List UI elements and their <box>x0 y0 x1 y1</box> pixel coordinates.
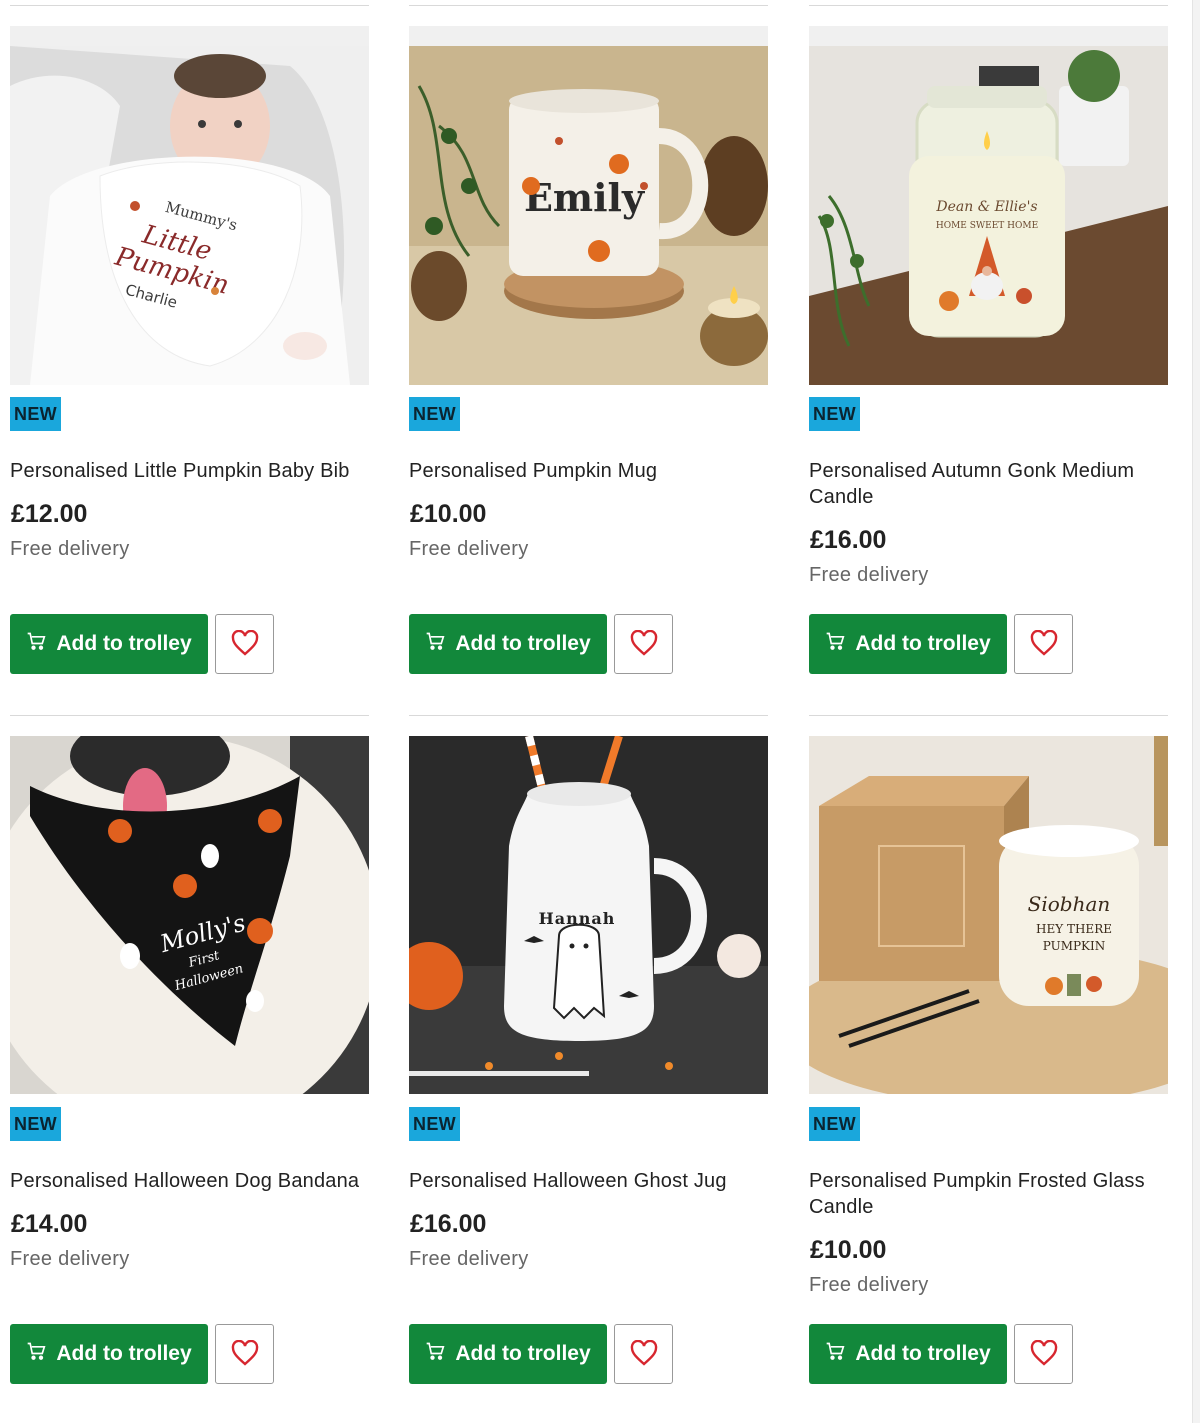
product-image-link[interactable]: Emily <box>409 26 768 385</box>
product-price: £16.00 <box>810 526 887 554</box>
candle-print-text: Dean & Ellie's <box>935 199 1037 215</box>
delivery-info: Free delivery <box>809 564 929 586</box>
product-title[interactable]: Personalised Halloween Ghost Jug <box>409 1168 759 1194</box>
product-image-link[interactable]: Mummy's Little Pumpkin Charlie <box>10 26 369 385</box>
add-to-trolley-label: Add to trolley <box>855 1342 991 1365</box>
product-image-link[interactable]: Hannah <box>409 736 768 1094</box>
card-divider <box>10 5 369 6</box>
product-price: £16.00 <box>410 1210 487 1238</box>
product-price: £10.00 <box>410 500 487 528</box>
heart-icon <box>630 1339 658 1369</box>
candle-print-text: Siobhan <box>1028 892 1111 916</box>
favourite-button[interactable] <box>1014 614 1073 674</box>
image-top-strip <box>10 26 369 46</box>
product-title[interactable]: Personalised Halloween Dog Bandana <box>10 1168 360 1194</box>
delivery-info: Free delivery <box>809 1274 929 1296</box>
new-badge: NEW <box>10 1107 61 1141</box>
card-divider <box>809 715 1168 716</box>
mug-print-text: Emily <box>524 175 645 220</box>
product-image: Molly's First Halloween <box>10 736 369 1094</box>
product-title[interactable]: Personalised Autumn Gonk Medium Candle <box>809 458 1159 510</box>
heart-icon <box>1030 1339 1058 1369</box>
trolley-icon <box>425 1341 445 1367</box>
card-divider <box>409 5 768 6</box>
add-to-trolley-button[interactable]: Add to trolley <box>809 1324 1007 1384</box>
delivery-info: Free delivery <box>10 538 130 560</box>
add-to-trolley-label: Add to trolley <box>56 1342 192 1365</box>
svg-text:PUMPKIN: PUMPKIN <box>1043 939 1106 953</box>
delivery-info: Free delivery <box>409 1248 529 1270</box>
product-title[interactable]: Personalised Pumpkin Mug <box>409 458 759 484</box>
heart-icon <box>231 1339 259 1369</box>
add-to-trolley-button[interactable]: Add to trolley <box>10 614 208 674</box>
add-to-trolley-button[interactable]: Add to trolley <box>409 1324 607 1384</box>
product-image: Siobhan HEY THERE PUMPKIN <box>809 736 1168 1094</box>
delivery-info: Free delivery <box>10 1248 130 1270</box>
product-title[interactable]: Personalised Little Pumpkin Baby Bib <box>10 458 360 484</box>
svg-text:HEY THERE: HEY THERE <box>1036 922 1112 936</box>
favourite-button[interactable] <box>215 1324 274 1384</box>
trolley-icon <box>425 631 445 657</box>
product-price: £12.00 <box>11 500 88 528</box>
delivery-info: Free delivery <box>409 538 529 560</box>
page-scrollbar[interactable] <box>1192 0 1200 1423</box>
heart-icon <box>630 629 658 659</box>
card-divider <box>409 715 768 716</box>
trolley-icon <box>825 1341 845 1367</box>
add-to-trolley-label: Add to trolley <box>56 632 192 655</box>
new-badge: NEW <box>409 1107 460 1141</box>
product-image: Emily <box>409 46 768 385</box>
product-image-link[interactable]: Siobhan HEY THERE PUMPKIN <box>809 736 1168 1094</box>
add-to-trolley-button[interactable]: Add to trolley <box>809 614 1007 674</box>
favourite-button[interactable] <box>215 614 274 674</box>
heart-icon <box>1030 629 1058 659</box>
image-top-strip <box>409 26 768 46</box>
new-badge: NEW <box>409 397 460 431</box>
new-badge: NEW <box>809 397 860 431</box>
product-price: £10.00 <box>810 1236 887 1264</box>
favourite-button[interactable] <box>614 614 673 674</box>
card-divider <box>809 5 1168 6</box>
add-to-trolley-label: Add to trolley <box>455 632 591 655</box>
image-top-strip <box>809 26 1168 46</box>
product-image-link[interactable]: Dean & Ellie's HOME SWEET HOME <box>809 26 1168 385</box>
new-badge: NEW <box>809 1107 860 1141</box>
product-image: Hannah <box>409 736 768 1094</box>
product-image: Dean & Ellie's HOME SWEET HOME <box>809 46 1168 385</box>
product-title[interactable]: Personalised Pumpkin Frosted Glass Candl… <box>809 1168 1159 1220</box>
add-to-trolley-label: Add to trolley <box>455 1342 591 1365</box>
heart-icon <box>231 629 259 659</box>
product-image: Mummy's Little Pumpkin Charlie <box>10 46 369 385</box>
trolley-icon <box>26 631 46 657</box>
product-image-link[interactable]: Molly's First Halloween <box>10 736 369 1094</box>
product-price: £14.00 <box>11 1210 88 1238</box>
add-to-trolley-label: Add to trolley <box>855 632 991 655</box>
favourite-button[interactable] <box>614 1324 673 1384</box>
svg-text:HOME SWEET HOME: HOME SWEET HOME <box>936 221 1038 231</box>
add-to-trolley-button[interactable]: Add to trolley <box>409 614 607 674</box>
add-to-trolley-button[interactable]: Add to trolley <box>10 1324 208 1384</box>
card-divider <box>10 715 369 716</box>
trolley-icon <box>26 1341 46 1367</box>
favourite-button[interactable] <box>1014 1324 1073 1384</box>
new-badge: NEW <box>10 397 61 431</box>
trolley-icon <box>825 631 845 657</box>
